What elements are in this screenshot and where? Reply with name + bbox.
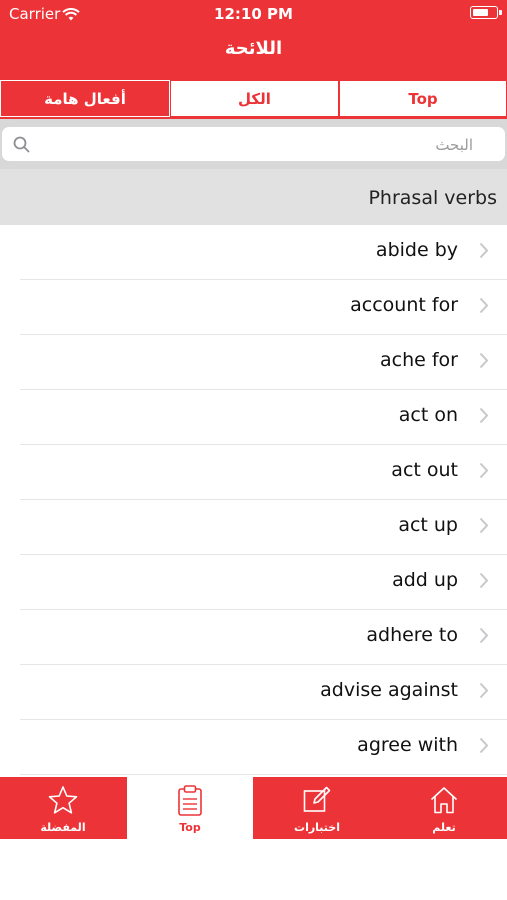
list-item[interactable]: abide by (20, 225, 507, 280)
chevron-right-icon (479, 407, 489, 428)
status-bar: Carrier 12:10 PM (0, 0, 507, 28)
tab-label: Top (179, 821, 201, 834)
list-item-label: abide by (375, 239, 458, 261)
chevron-right-icon (479, 517, 489, 538)
tab-label: المفضلة (40, 821, 86, 834)
tab-bar: المفضلة Top اختبارات تعلم (0, 777, 507, 839)
tab-learn[interactable]: تعلم (381, 777, 507, 839)
tab-tests[interactable]: اختبارات (254, 777, 380, 839)
list-item[interactable]: act out (20, 445, 507, 500)
list-item-label: advise against (320, 679, 458, 701)
star-icon (48, 785, 78, 819)
status-time: 12:10 PM (214, 5, 293, 23)
tab-favorites[interactable]: المفضلة (0, 777, 126, 839)
segmented-control: Top الكل أفعال هامة (0, 79, 507, 119)
page-title: اللائحة (224, 38, 283, 59)
chevron-right-icon (479, 297, 489, 318)
search-field[interactable] (2, 127, 505, 163)
nav-header: Carrier 12:10 PM اللائحة (0, 0, 507, 79)
verb-list: abide by account for ache for act on act… (0, 225, 507, 775)
list-item[interactable]: agree with (20, 720, 507, 775)
chevron-right-icon (479, 737, 489, 758)
tab-top[interactable]: Top (127, 777, 253, 839)
section-header: Phrasal verbs (0, 169, 507, 225)
list-item-label: act on (398, 404, 458, 426)
clipboard-icon (177, 785, 203, 821)
list-item-label: account for (350, 294, 458, 316)
list-item[interactable]: account for (20, 280, 507, 335)
list-item-label: adhere to (366, 624, 458, 646)
list-item-label: act out (391, 459, 458, 481)
segment-top[interactable]: Top (339, 80, 507, 117)
chevron-right-icon (479, 572, 489, 593)
tab-label: تعلم (432, 821, 456, 834)
search-icon (13, 136, 30, 157)
tab-label: اختبارات (294, 821, 340, 834)
list-item[interactable]: add up (20, 555, 507, 610)
battery-icon (470, 6, 502, 19)
chevron-right-icon (479, 462, 489, 483)
chevron-right-icon (479, 352, 489, 373)
chevron-right-icon (479, 682, 489, 703)
section-title: Phrasal verbs (368, 187, 497, 209)
chevron-right-icon (479, 627, 489, 648)
list-item[interactable]: advise against (20, 665, 507, 720)
search-input[interactable] (40, 127, 475, 163)
home-icon (429, 785, 459, 819)
list-item-label: agree with (357, 734, 458, 756)
list-item[interactable]: act up (20, 500, 507, 555)
list-item-label: act up (398, 514, 458, 536)
segment-important-verbs[interactable]: أفعال هامة (0, 80, 170, 117)
edit-icon (302, 785, 332, 819)
list-item[interactable]: act on (20, 390, 507, 445)
list-item[interactable]: adhere to (20, 610, 507, 665)
list-item-label: add up (392, 569, 458, 591)
search-bar (0, 119, 507, 169)
segment-all[interactable]: الكل (170, 80, 339, 117)
chevron-right-icon (479, 242, 489, 263)
list-item[interactable]: ache for (20, 335, 507, 390)
list-item-label: ache for (380, 349, 458, 371)
